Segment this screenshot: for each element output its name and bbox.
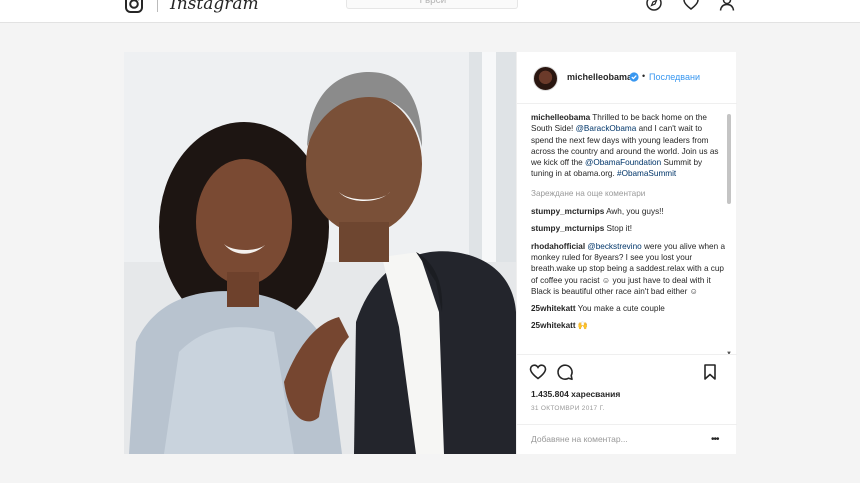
comment-item: 25whitekatt 🙌 (531, 320, 725, 331)
instagram-logo-icon[interactable] (124, 0, 144, 14)
post-sidebar: michelleobama • Последвани michelleobama… (516, 52, 737, 454)
comment-text: You make a cute couple (577, 304, 665, 314)
comment-text: Awh, you guys!! (606, 207, 664, 217)
comments-list[interactable]: michelleobama Thrilled to be back home o… (531, 112, 725, 354)
comment-icon[interactable] (556, 363, 574, 381)
post-author-username[interactable]: michelleobama (567, 72, 632, 82)
comment-username[interactable]: stumpy_mcturnips (531, 224, 604, 233)
logo-divider (157, 0, 158, 12)
instagram-post-modal: michelleobama • Последвани michelleobama… (124, 52, 737, 454)
post-photo[interactable] (124, 52, 516, 454)
comment-text: 🙌 (577, 321, 589, 331)
comments-scrollbar[interactable]: ▼ (726, 112, 732, 357)
comment-username[interactable]: 25whitekatt (531, 304, 576, 313)
comment-item: rhodahofficial @beckstrevino were you al… (531, 241, 725, 297)
like-heart-icon[interactable] (529, 363, 547, 381)
post-photo-illustration (124, 52, 516, 454)
more-options-icon[interactable]: ••• (711, 434, 719, 445)
search-input[interactable]: Търси (346, 0, 518, 9)
caption-mention[interactable]: @ObamaFoundation (585, 158, 661, 167)
comment-mention[interactable]: @beckstrevino (587, 242, 641, 251)
load-more-comments-button[interactable]: Зареждане на още коментари (531, 188, 725, 199)
caption-username[interactable]: michelleobama (531, 113, 590, 122)
verified-badge-icon (629, 72, 639, 82)
comment-username[interactable]: 25whitekatt (531, 321, 576, 330)
comment-text: Stop it! (606, 224, 633, 234)
post-header: michelleobama • Последвани (517, 52, 737, 104)
header-separator: • (642, 71, 646, 81)
top-navigation-bar: Instagram Търси (0, 0, 860, 23)
compass-icon[interactable] (645, 0, 663, 12)
heart-icon[interactable] (682, 0, 700, 12)
bookmark-icon[interactable] (701, 363, 719, 381)
post-caption: michelleobama Thrilled to be back home o… (531, 112, 725, 180)
post-timestamp: 31 ОКТОМВРИ 2017 Г. (531, 405, 605, 412)
likes-count[interactable]: 1.435.804 харесвания (531, 389, 620, 399)
caption-hashtag[interactable]: #ObamaSummit (617, 169, 676, 178)
caption-mention[interactable]: @BarackObama (576, 124, 637, 133)
add-comment-bar: Добавяне на коментар... ••• (517, 424, 737, 454)
following-button[interactable]: Последвани (649, 72, 700, 82)
user-icon[interactable] (718, 0, 736, 12)
comment-item: stumpy_mcturnips Stop it! (531, 223, 725, 234)
comment-username[interactable]: rhodahofficial (531, 242, 585, 251)
instagram-wordmark[interactable]: Instagram (170, 0, 259, 14)
comment-username[interactable]: stumpy_mcturnips (531, 207, 604, 216)
scrollbar-thumb[interactable] (727, 114, 731, 204)
comment-item: 25whitekatt You make a cute couple (531, 303, 725, 314)
comment-item: stumpy_mcturnips Awh, you guys!! (531, 206, 725, 217)
post-actions: 1.435.804 харесвания 31 ОКТОМВРИ 2017 Г. (517, 354, 737, 424)
add-comment-input[interactable]: Добавяне на коментар... (531, 434, 628, 444)
avatar[interactable] (533, 66, 558, 91)
